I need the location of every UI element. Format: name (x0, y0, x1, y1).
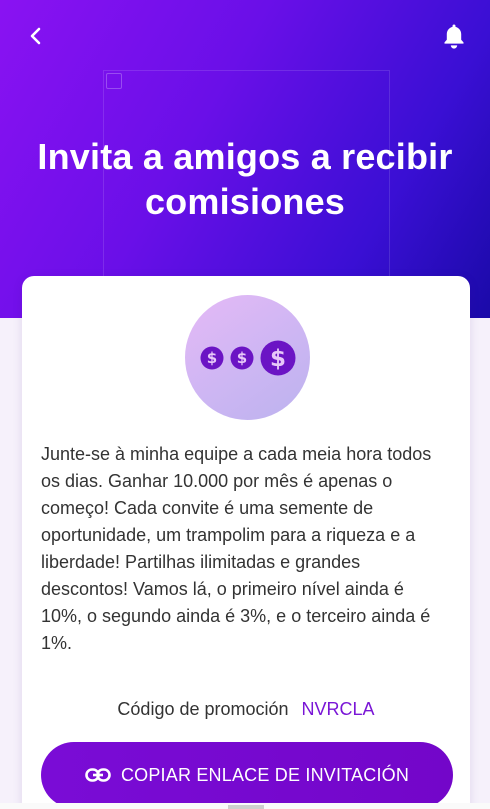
money-illustration: $ $ $ (185, 295, 310, 420)
svg-text:$: $ (236, 349, 246, 367)
dollar-coin-icon: $ (230, 346, 254, 370)
link-icon (85, 768, 111, 782)
chevron-left-icon (30, 27, 41, 45)
svg-text:$: $ (269, 346, 285, 372)
promo-code-row: Código de promoción NVRCLA (22, 696, 470, 722)
invite-message: Junte-se à minha equipe a cada meia hora… (41, 444, 432, 653)
back-button[interactable] (22, 22, 50, 50)
page-title: Invita a amigos a recibir comisiones (37, 136, 453, 222)
dollar-coin-icon: $ (200, 346, 224, 370)
copy-invite-link-button[interactable]: COPIAR ENLACE DE INVITACIÓN (41, 742, 453, 808)
bottom-handle (228, 805, 264, 809)
notifications-button[interactable] (438, 19, 470, 53)
bell-icon (444, 24, 464, 49)
copy-button-label: COPIAR ENLACE DE INVITACIÓN (120, 764, 410, 785)
dollar-coin-large-icon: $ (260, 340, 296, 376)
hero-header: Invita a amigos a recibir comisiones (0, 0, 490, 318)
svg-text:$: $ (206, 349, 216, 367)
promo-code-value[interactable]: NVRCLA (302, 699, 375, 719)
broken-image-icon (106, 73, 122, 89)
invite-card: $ $ $ Junte-se à minha equipe a cada mei… (22, 276, 470, 809)
bottom-bar (0, 803, 490, 809)
promo-code-label: Código de promoción (117, 699, 289, 719)
